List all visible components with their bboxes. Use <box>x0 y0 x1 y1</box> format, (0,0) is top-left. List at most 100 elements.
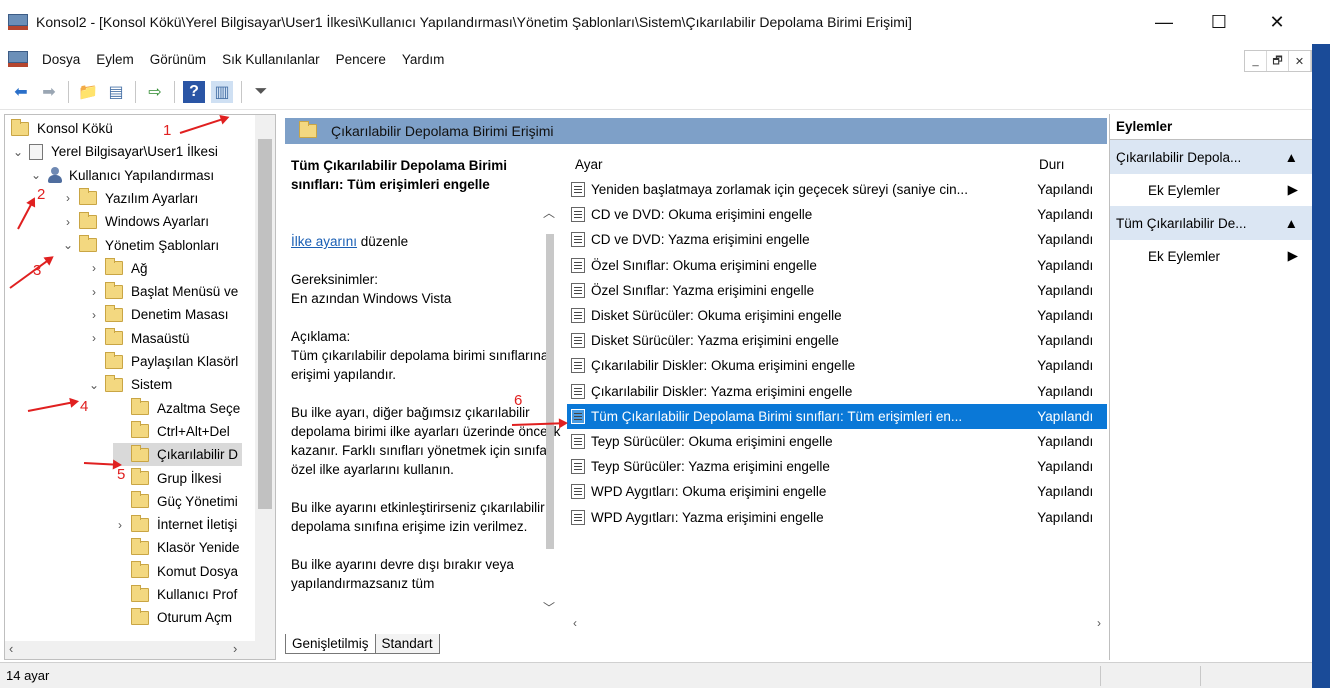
filter-icon[interactable]: ⏷ <box>250 81 272 103</box>
description-scrollbar[interactable]: ︿ ﹀ <box>538 204 562 629</box>
tree-item[interactable]: › Denetim Masası <box>87 303 229 326</box>
requirements-label: Gereksinimler: <box>291 272 379 287</box>
column-state[interactable]: Durı <box>1039 157 1099 172</box>
show-hide-tree-icon[interactable]: ▤ <box>105 81 127 103</box>
tree-item[interactable]: ⌄ Kullanıcı Yapılandırması <box>29 164 214 187</box>
expander-icon[interactable]: › <box>87 285 101 299</box>
tree-item[interactable]: Paylaşılan Klasörl <box>87 350 238 373</box>
table-row[interactable]: Yeniden başlatmaya zorlamak için geçecek… <box>567 177 1107 202</box>
setting-state: Yapılandı <box>1037 434 1094 449</box>
menu-pencere[interactable]: Pencere <box>328 52 394 67</box>
tree-item[interactable]: › Yazılım Ayarları <box>61 187 198 210</box>
tree-item-label: Yerel Bilgisayar\User1 İlkesi <box>51 144 218 160</box>
actions-group-removable[interactable]: Çıkarılabilir Depola... ▲ <box>1110 140 1312 174</box>
help-icon[interactable]: ? <box>183 80 205 103</box>
tree-item[interactable]: Çıkarılabilir D <box>113 443 243 467</box>
tree-item[interactable]: Oturum Açm <box>113 606 232 629</box>
tree-item[interactable]: Kullanıcı Prof <box>113 583 237 606</box>
menu-sik-kullanilanlar[interactable]: Sık Kullanılanlar <box>214 52 328 67</box>
tree-item[interactable]: Komut Dosya <box>113 560 238 583</box>
tab-extended[interactable]: Genişletilmiş <box>285 634 376 654</box>
minimize-button[interactable]: — <box>1137 0 1191 44</box>
tree-horizontal-scrollbar[interactable]: ‹ › <box>5 641 275 659</box>
tree-item[interactable]: Ctrl+Alt+Del <box>113 420 230 443</box>
menu-yardim[interactable]: Yardım <box>394 52 453 67</box>
expander-icon[interactable]: › <box>113 518 127 532</box>
up-folder-icon[interactable]: 📁 <box>77 81 99 103</box>
expander-icon[interactable]: ⌄ <box>29 168 43 182</box>
show-action-pane-icon[interactable]: ▥ <box>211 80 233 103</box>
table-row[interactable]: Özel Sınıflar: Yazma erişimini engelle Ya… <box>567 278 1107 303</box>
tree-item[interactable]: Klasör Yenide <box>113 536 240 559</box>
table-row[interactable]: Disket Sürücüler: Okuma erişimini engell… <box>567 303 1107 328</box>
tree-item[interactable]: › İnternet İletişi <box>113 513 237 536</box>
tree-item[interactable]: Azaltma Seçe <box>113 397 240 420</box>
tree-item[interactable]: › Ağ <box>87 257 148 280</box>
menu-gorunum[interactable]: Görünüm <box>142 52 214 67</box>
scroll-up-icon[interactable]: ︿ <box>543 204 555 221</box>
collapse-icon[interactable]: ▲ <box>1285 216 1298 231</box>
tree-scroll-thumb[interactable] <box>258 139 272 509</box>
scroll-down-icon[interactable]: ﹀ <box>543 599 555 616</box>
document-icon[interactable] <box>8 51 28 67</box>
table-row[interactable]: Teyp Sürücüler: Okuma erişimini engelle Y… <box>567 429 1107 454</box>
mdi-minimize-button[interactable]: _ <box>1245 51 1267 71</box>
actions-group-all-classes[interactable]: Tüm Çıkarılabilir De... ▲ <box>1110 206 1312 240</box>
expander-icon[interactable]: › <box>87 308 101 322</box>
tree-item[interactable]: › Windows Ayarları <box>61 210 209 233</box>
mdi-close-button[interactable]: ✕ <box>1289 51 1311 71</box>
more-actions-item[interactable]: Ek Eylemler ▶ <box>1110 240 1312 272</box>
list-horizontal-scrollbar[interactable]: ‹ › <box>567 614 1107 632</box>
back-arrow-icon[interactable]: ⬅ <box>10 81 32 103</box>
menu-eylem[interactable]: Eylem <box>88 52 142 67</box>
expander-icon[interactable]: ⌄ <box>87 378 101 392</box>
expander-icon[interactable]: › <box>87 261 101 275</box>
tree-item[interactable]: › Masaüstü <box>87 327 190 350</box>
table-row[interactable]: CD ve DVD: Yazma erişimini engelle Yapıla… <box>567 227 1107 252</box>
table-row[interactable]: Tüm Çıkarılabilir Depolama Birimi sınıfl… <box>567 403 1107 429</box>
tab-standard[interactable]: Standart <box>374 634 440 654</box>
tree-item[interactable]: Grup İlkesi <box>113 467 222 490</box>
mdi-restore-button[interactable]: 🗗 <box>1267 51 1289 71</box>
table-row[interactable]: Disket Sürücüler: Yazma erişimini engell… <box>567 328 1107 353</box>
tree-item-label: Paylaşılan Klasörl <box>131 354 239 369</box>
column-setting[interactable]: Ayar <box>567 157 1039 172</box>
collapse-icon[interactable]: ▲ <box>1285 150 1298 165</box>
scroll-right-icon[interactable]: › <box>1097 616 1101 630</box>
tree-item[interactable]: ⌄ Yönetim Şablonları <box>61 234 219 257</box>
tree-item[interactable]: Konsol Kökü <box>11 117 113 140</box>
expander-icon[interactable]: › <box>61 191 75 205</box>
tree-item[interactable]: ⌄ Yerel Bilgisayar\User1 İlkesi <box>11 140 218 163</box>
scroll-right-icon[interactable]: › <box>233 641 237 656</box>
table-row[interactable]: WPD Aygıtları: Okuma erişimini engelle Ya… <box>567 479 1107 504</box>
tree-item-label: Çıkarılabilir D <box>157 447 239 463</box>
tree-item-label: Komut Dosya <box>157 563 239 579</box>
forward-arrow-icon[interactable]: ➡ <box>38 81 60 103</box>
close-button[interactable]: ✕ <box>1250 0 1304 44</box>
edit-policy-link[interactable]: İlke ayarını <box>291 234 357 249</box>
more-actions-item[interactable]: Ek Eylemler ▶ <box>1110 174 1312 206</box>
expander-icon[interactable]: ⌄ <box>11 145 25 159</box>
tree-item-label: İnternet İletişi <box>157 517 238 533</box>
export-list-icon[interactable]: ⇨ <box>144 81 166 103</box>
scroll-left-icon[interactable]: ‹ <box>9 641 13 656</box>
table-row[interactable]: Çıkarılabilir Diskler: Yazma erişimini e… <box>567 379 1107 404</box>
table-row[interactable]: WPD Aygıtları: Yazma erişimini engelle Ya… <box>567 505 1107 530</box>
table-row[interactable]: Teyp Sürücüler: Yazma erişimini engelle Y… <box>567 454 1107 479</box>
expander-icon[interactable]: › <box>61 215 75 229</box>
tree-item[interactable]: › Başlat Menüsü ve <box>87 280 238 303</box>
table-row[interactable]: Özel Sınıflar: Okuma erişimini engelle Ya… <box>567 253 1107 278</box>
tree-vertical-scrollbar[interactable] <box>255 115 275 641</box>
tree-item[interactable]: Güç Yönetimi <box>113 490 238 513</box>
description-scroll-thumb[interactable] <box>546 234 554 549</box>
menu-dosya[interactable]: Dosya <box>34 52 88 67</box>
table-row[interactable]: CD ve DVD: Okuma erişimini engelle Yapıla… <box>567 202 1107 227</box>
setting-state: Yapılandı <box>1037 182 1094 197</box>
tree-item[interactable]: ⌄ Sistem <box>87 373 172 396</box>
scroll-left-icon[interactable]: ‹ <box>573 616 577 630</box>
expander-icon[interactable]: ⌄ <box>61 238 75 252</box>
table-row[interactable]: Çıkarılabilir Diskler: Okuma erişimini e… <box>567 353 1107 378</box>
setting-state: Yapılandı <box>1037 383 1094 399</box>
maximize-button[interactable]: ☐ <box>1192 0 1246 44</box>
expander-icon[interactable]: › <box>87 331 101 345</box>
